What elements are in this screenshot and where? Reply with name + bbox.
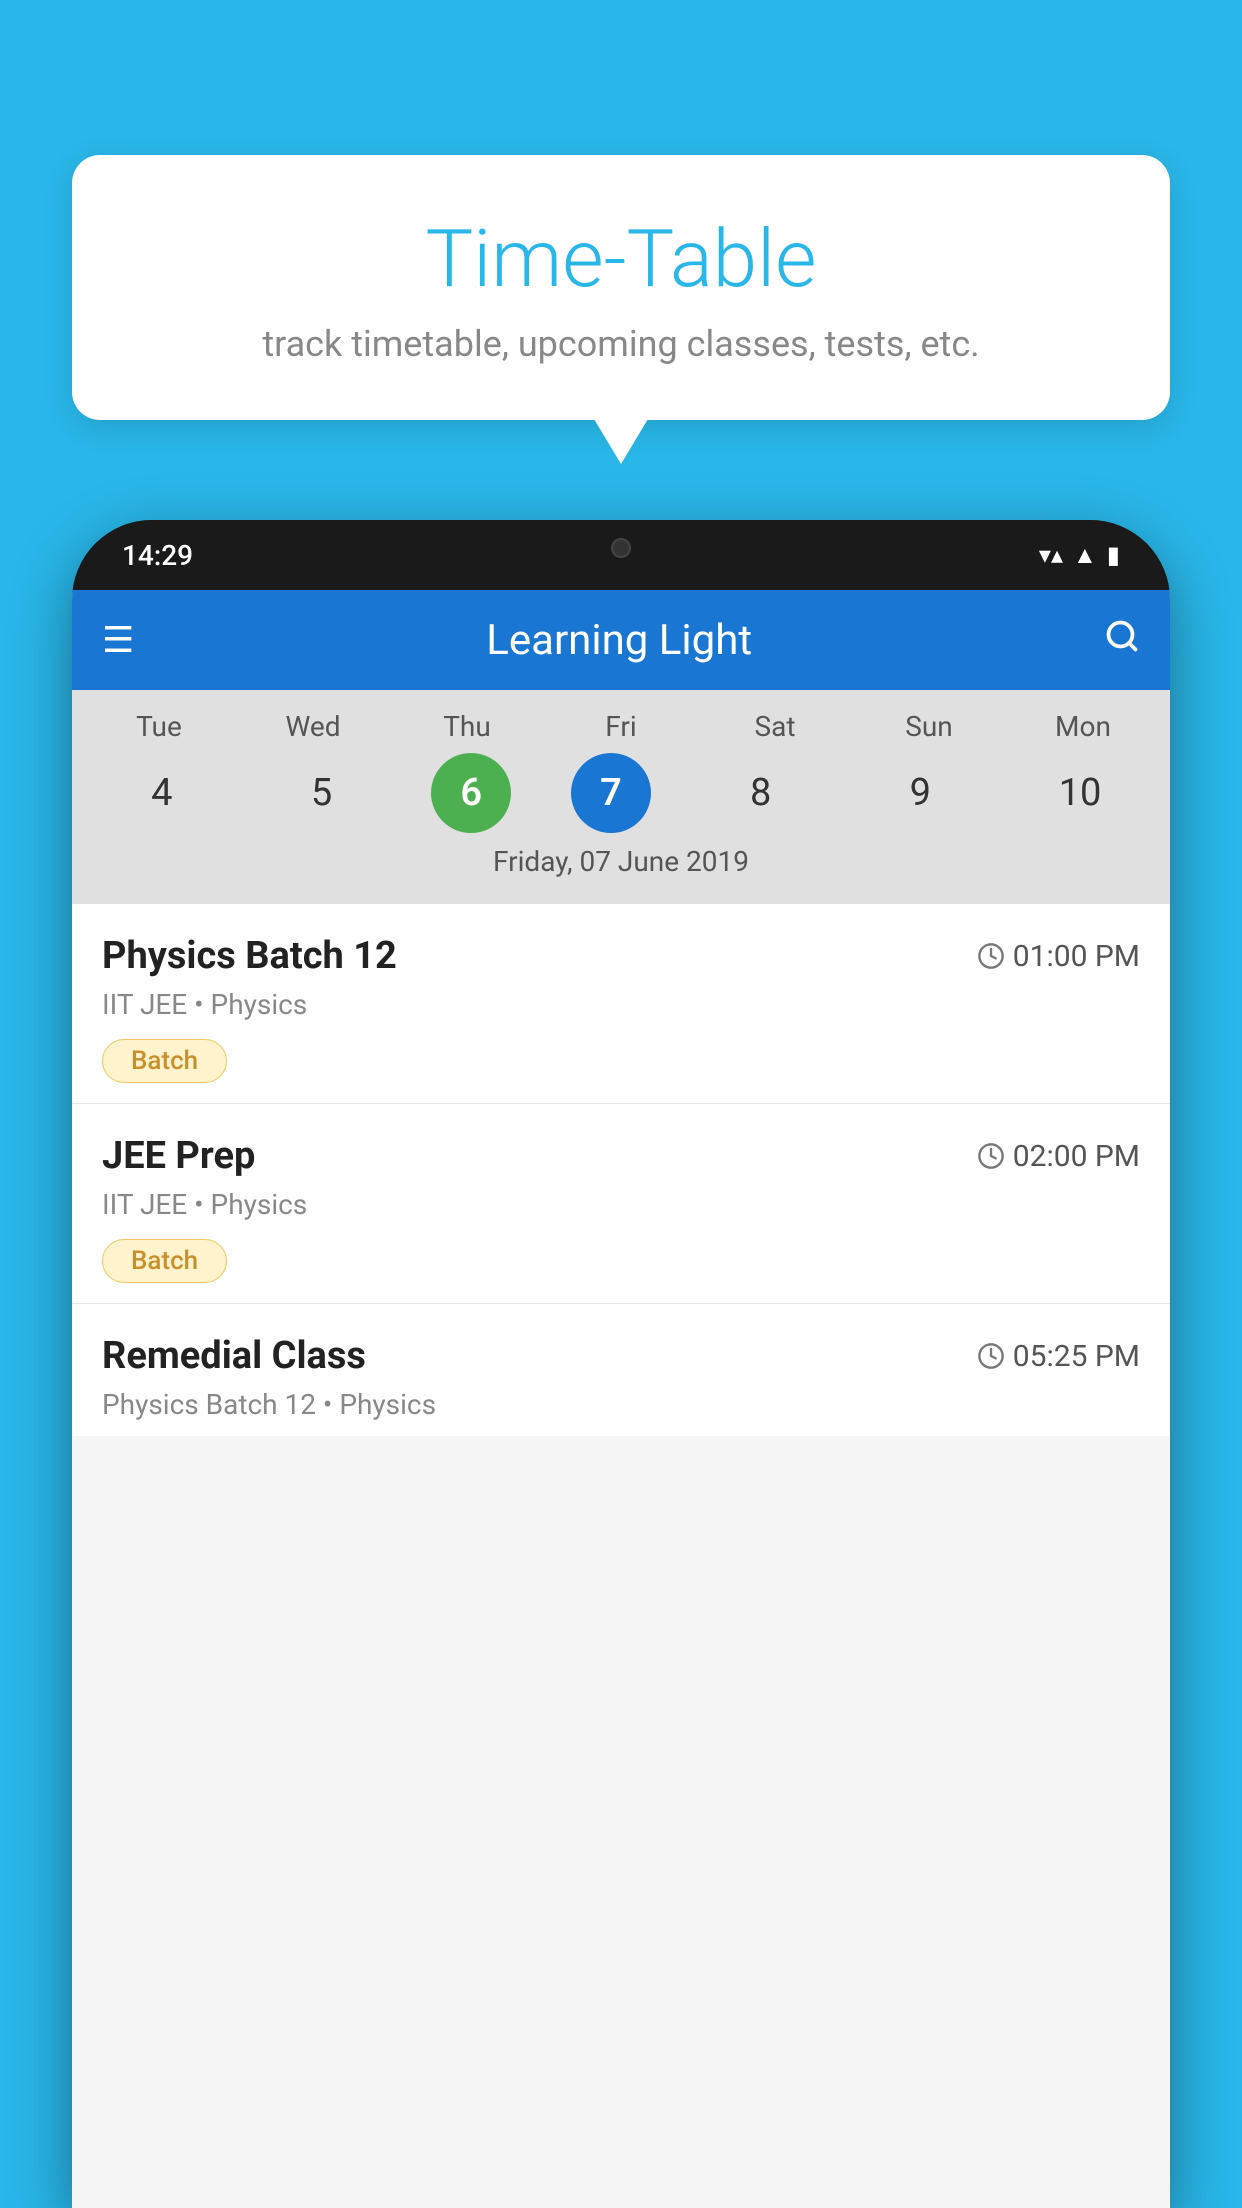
schedule-item-1-time: 01:00 PM	[977, 939, 1140, 974]
day-6-today[interactable]: 6	[431, 753, 511, 833]
day-label-wed: Wed	[263, 710, 363, 743]
app-title: Learning Light	[164, 616, 1074, 665]
schedule-item-3[interactable]: Remedial Class 05:25 PM Physics Batch 12…	[72, 1304, 1170, 1436]
day-8[interactable]: 8	[711, 753, 811, 833]
status-time: 14:29	[122, 539, 193, 572]
schedule-item-1-sub: IIT JEE • Physics	[102, 988, 1140, 1021]
tooltip-arrow	[591, 414, 651, 464]
schedule-item-1[interactable]: Physics Batch 12 01:00 PM IIT JEE • Phys…	[72, 904, 1170, 1104]
phone-screen: ☰ Learning Light Tue Wed Thu Fri Sat Sun…	[72, 590, 1170, 2208]
wifi-icon: ▾▴	[1039, 541, 1063, 569]
day-label-sat: Sat	[725, 710, 825, 743]
notch	[541, 520, 701, 575]
day-label-fri: Fri	[571, 710, 671, 743]
batch-badge-1: Batch	[102, 1039, 227, 1083]
day-10[interactable]: 10	[1030, 753, 1130, 833]
day-label-thu: Thu	[417, 710, 517, 743]
tooltip-subtitle: track timetable, upcoming classes, tests…	[122, 323, 1120, 365]
schedule-item-2-sub: IIT JEE • Physics	[102, 1188, 1140, 1221]
day-numbers: 4 5 6 7 8 9 10	[72, 753, 1170, 833]
day-4[interactable]: 4	[112, 753, 212, 833]
schedule-list: Physics Batch 12 01:00 PM IIT JEE • Phys…	[72, 904, 1170, 1436]
signal-icon: ▲	[1073, 541, 1097, 570]
tooltip-title: Time-Table	[122, 215, 1120, 303]
calendar-strip: Tue Wed Thu Fri Sat Sun Mon 4 5 6 7 8 9 …	[72, 690, 1170, 904]
day-9[interactable]: 9	[870, 753, 970, 833]
search-icon[interactable]	[1104, 618, 1140, 663]
schedule-item-1-title: Physics Batch 12	[102, 934, 397, 978]
hamburger-menu-icon[interactable]: ☰	[102, 619, 134, 661]
day-labels: Tue Wed Thu Fri Sat Sun Mon	[72, 710, 1170, 743]
day-5[interactable]: 5	[272, 753, 372, 833]
schedule-item-3-time: 05:25 PM	[977, 1339, 1140, 1374]
clock-icon-3	[977, 1342, 1005, 1370]
batch-badge-2: Batch	[102, 1239, 227, 1283]
day-label-tue: Tue	[109, 710, 209, 743]
app-bar: ☰ Learning Light	[72, 590, 1170, 690]
status-icons: ▾▴ ▲ ▮	[1039, 541, 1120, 570]
clock-icon-2	[977, 1142, 1005, 1170]
day-label-sun: Sun	[879, 710, 979, 743]
tooltip-card: Time-Table track timetable, upcoming cla…	[72, 155, 1170, 420]
schedule-item-3-title: Remedial Class	[102, 1334, 366, 1378]
battery-icon: ▮	[1107, 541, 1120, 569]
clock-icon-1	[977, 942, 1005, 970]
day-label-mon: Mon	[1033, 710, 1133, 743]
status-bar: 14:29 ▾▴ ▲ ▮	[72, 520, 1170, 590]
schedule-item-2[interactable]: JEE Prep 02:00 PM IIT JEE • Physics Batc…	[72, 1104, 1170, 1304]
schedule-item-2-title: JEE Prep	[102, 1134, 255, 1178]
schedule-item-3-sub: Physics Batch 12 • Physics	[102, 1388, 1140, 1421]
day-7-selected[interactable]: 7	[571, 753, 651, 833]
phone-frame: 14:29 ▾▴ ▲ ▮ ☰ Learning Light Tue	[72, 520, 1170, 2208]
schedule-item-2-time: 02:00 PM	[977, 1139, 1140, 1174]
selected-date-label: Friday, 07 June 2019	[72, 833, 1170, 894]
camera-dot	[611, 538, 631, 558]
schedule-item-2-header: JEE Prep 02:00 PM	[102, 1134, 1140, 1178]
schedule-item-3-header: Remedial Class 05:25 PM	[102, 1334, 1140, 1378]
schedule-item-1-header: Physics Batch 12 01:00 PM	[102, 934, 1140, 978]
